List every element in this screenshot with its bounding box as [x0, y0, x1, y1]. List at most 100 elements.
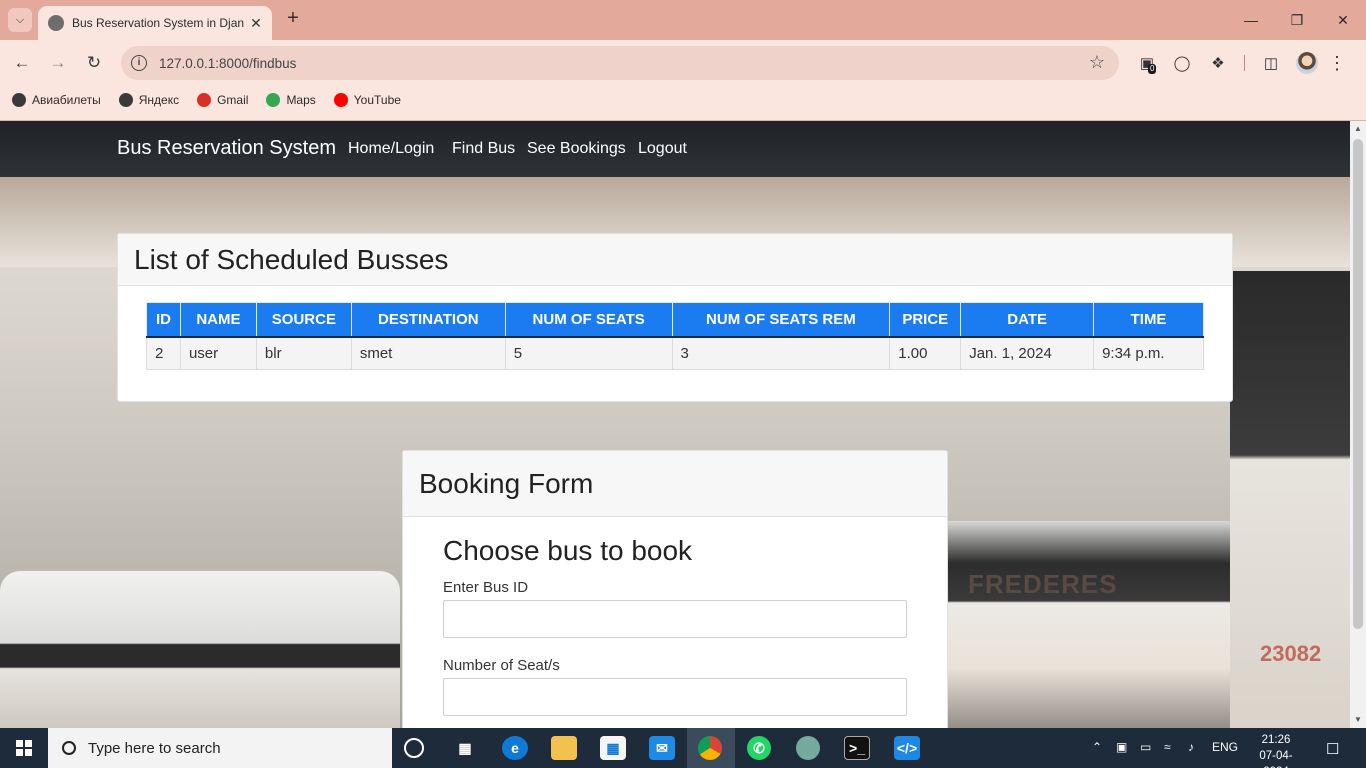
close-window-button[interactable]: ✕ [1320, 0, 1366, 40]
bus-list-title: List of Scheduled Busses [134, 243, 449, 275]
site-brand[interactable]: Bus Reservation System [117, 137, 336, 160]
forward-button[interactable]: → [46, 51, 70, 75]
nav-link-find-bus[interactable]: Find Bus [452, 140, 515, 158]
store-icon[interactable]: ▦ [600, 736, 626, 760]
column-header: DESTINATION [350, 302, 506, 338]
column-header: ID [146, 302, 181, 338]
new-tab-button[interactable]: + [282, 8, 304, 30]
scroll-thumb[interactable] [1353, 139, 1363, 629]
minimize-button[interactable]: — [1228, 0, 1274, 40]
bus-table: ID NAME SOURCE DESTINATION NUM OF SEATS … [146, 302, 1204, 370]
volume-icon[interactable]: ♪ [1188, 740, 1194, 754]
profile-avatar[interactable] [1296, 52, 1318, 74]
taskbar-search[interactable]: Type here to search [48, 728, 392, 768]
gmail-icon [197, 93, 212, 107]
chatgpt-icon[interactable] [796, 736, 820, 760]
table-cell: 2 [146, 336, 181, 370]
taskbar-search-placeholder: Type here to search [88, 739, 221, 757]
clock-time: 21:26 [1261, 734, 1291, 746]
taskbar-clock[interactable]: 21:26 07-04-2024 [1248, 732, 1304, 768]
terminal-icon[interactable]: >_ [844, 736, 870, 760]
restore-button[interactable]: ❐ [1274, 0, 1320, 40]
bus-id-label: Enter Bus ID [443, 579, 529, 596]
column-header: SOURCE [255, 302, 352, 338]
bookmark-label: Gmail [217, 93, 249, 107]
cortana-icon[interactable] [404, 738, 424, 758]
chrome-icon[interactable] [698, 736, 722, 760]
table-header-row: ID NAME SOURCE DESTINATION NUM OF SEATS … [146, 302, 1204, 338]
reload-button[interactable]: ↻ [82, 51, 106, 75]
search-icon [62, 741, 76, 755]
mail-icon[interactable]: ✉ [649, 736, 675, 760]
site-info-icon[interactable]: i [131, 55, 147, 71]
table-cell: blr [255, 336, 352, 370]
address-bar[interactable]: i 127.0.0.1:8000/findbus ☆ [121, 46, 1119, 80]
bus-list-card: List of Scheduled Busses ID NAME SOURCE … [117, 233, 1233, 402]
browser-tab[interactable]: Bus Reservation System in Djan ✕ [38, 6, 272, 40]
table-cell: 9:34 p.m. [1093, 336, 1204, 370]
nav-link-logout[interactable]: Logout [638, 140, 687, 158]
seats-label: Number of Seat/s [443, 657, 560, 674]
bookmark-item[interactable]: YouTube [333, 93, 401, 107]
browser-tab-strip: ⌵ Bus Reservation System in Djan ✕ + — ❐… [0, 0, 1366, 40]
language-indicator[interactable]: ENG [1212, 740, 1238, 754]
page-scrollbar[interactable]: ▲ ▼ [1350, 121, 1366, 728]
windows-logo-icon [16, 740, 32, 756]
bookmark-star-icon[interactable]: ☆ [1089, 52, 1105, 73]
task-view-icon[interactable]: ▦ [452, 736, 478, 760]
bookmark-label: Авиабилеты [32, 93, 101, 107]
background-bus-left [0, 571, 400, 728]
booking-form-header: Booking Form [403, 451, 947, 517]
youtube-icon [333, 93, 348, 107]
booking-form-title: Booking Form [419, 467, 594, 499]
bookmark-item[interactable]: Gmail [197, 93, 248, 107]
maps-icon [266, 93, 281, 107]
puzzle-extensions-icon[interactable]: ❖ [1207, 52, 1229, 74]
seats-input[interactable] [443, 678, 907, 716]
back-button[interactable]: ← [10, 51, 34, 75]
nav-link-see-bookings[interactable]: See Bookings [527, 140, 626, 158]
notifications-icon[interactable]: ☐ [1326, 740, 1339, 758]
whatsapp-icon[interactable]: ✆ [747, 736, 771, 760]
extension-icon[interactable]: ▣ 0 [1136, 52, 1158, 74]
scroll-down-arrow-icon[interactable]: ▼ [1350, 712, 1366, 728]
tab-search-button[interactable]: ⌵ [8, 8, 32, 32]
column-header: TIME [1093, 302, 1204, 338]
extension-badge: 0 [1148, 64, 1157, 74]
booking-form-card: Booking Form Choose bus to book Enter Bu… [402, 450, 948, 728]
tray-app-icon[interactable]: ▣ [1116, 740, 1127, 754]
tab-title: Bus Reservation System in Djan [72, 16, 245, 30]
tray-chevron-icon[interactable]: ⌃ [1092, 740, 1102, 754]
clock-date: 07-04-2024 [1259, 750, 1293, 768]
side-panel-icon[interactable]: ◫ [1260, 52, 1282, 74]
bus-id-input[interactable] [443, 600, 907, 638]
background-bus-number: 23082 [1260, 641, 1322, 666]
start-button[interactable] [0, 728, 48, 768]
table-cell: user [179, 336, 257, 370]
file-explorer-icon[interactable] [551, 736, 577, 760]
vpn-extension-icon[interactable]: ◯ [1171, 52, 1193, 74]
column-header: NUM OF SEATS [504, 302, 673, 338]
battery-icon[interactable]: ▭ [1140, 740, 1151, 754]
column-header: DATE [960, 302, 1095, 338]
table-cell: Jan. 1, 2024 [960, 336, 1095, 370]
table-cell: 5 [504, 336, 673, 370]
bookmark-item[interactable]: Maps [266, 93, 316, 107]
menu-kebab-icon[interactable]: ⋮ [1326, 52, 1348, 74]
bookmarks-bar: Авиабилеты Яндекс Gmail Maps YouTube [0, 86, 1366, 114]
choose-bus-heading: Choose bus to book [443, 535, 693, 566]
wifi-icon[interactable]: ≈ [1164, 740, 1171, 754]
bookmark-item[interactable]: Авиабилеты [12, 93, 101, 107]
vscode-icon[interactable]: </> [894, 736, 920, 760]
url-text[interactable]: 127.0.0.1:8000/findbus [159, 56, 296, 71]
bookmark-label: Maps [286, 93, 316, 107]
bus-list-header: List of Scheduled Busses [118, 234, 1232, 286]
bookmark-item[interactable]: Яндекс [118, 93, 179, 107]
bookmark-label: YouTube [353, 93, 401, 107]
scroll-up-arrow-icon[interactable]: ▲ [1350, 121, 1366, 137]
windows-taskbar: Type here to search ▦ e ▦ ✉ ✆ >_ </> ⌃ ▣… [0, 728, 1366, 768]
nav-link-home-login[interactable]: Home/Login [348, 140, 434, 158]
browser-toolbar: ← → ↻ i 127.0.0.1:8000/findbus ☆ ▣ 0 ◯ ❖ … [0, 40, 1366, 86]
edge-icon[interactable]: e [502, 736, 528, 760]
close-tab-icon[interactable]: ✕ [248, 15, 264, 32]
